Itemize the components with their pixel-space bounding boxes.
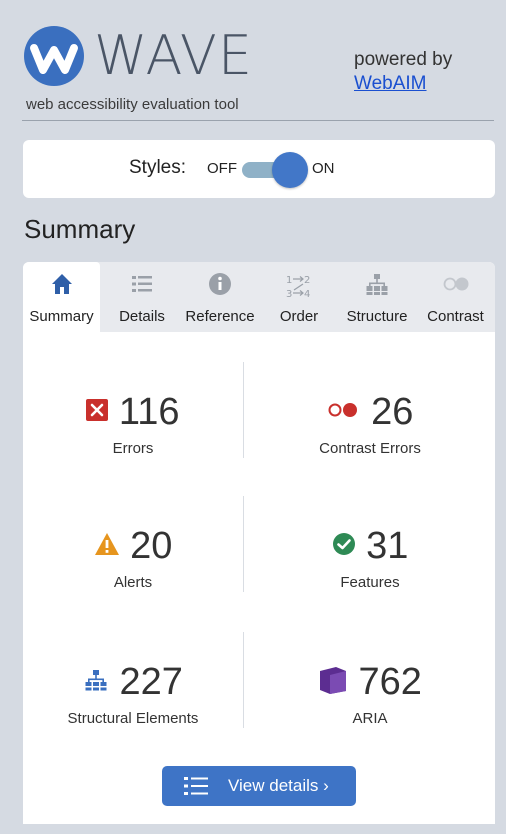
home-icon (23, 272, 100, 298)
view-details-label: View details › (228, 776, 329, 795)
tab-structure-label: Structure (346, 308, 408, 325)
contrast-error-icon (327, 401, 361, 424)
feature-icon (332, 532, 356, 561)
svg-text:2: 2 (304, 275, 310, 286)
order-icon: 1 2 3 4 (260, 272, 338, 300)
styles-label: Styles: (129, 157, 187, 178)
header-divider (22, 120, 494, 121)
aria-count: 762 (358, 661, 422, 703)
stat-errors[interactable]: 116 Errors (23, 390, 243, 457)
list-icon (184, 776, 208, 801)
tab-summary[interactable]: Summary (23, 262, 100, 332)
tab-contrast-label: Contrast (427, 308, 484, 325)
structure-icon (338, 272, 416, 298)
list-icon (104, 272, 180, 298)
tab-reference-label: Reference (185, 308, 255, 325)
grid-divider (243, 632, 244, 728)
features-count: 31 (366, 525, 409, 567)
stat-contrast-errors[interactable]: 26 Contrast Errors (245, 390, 495, 457)
tab-structure[interactable]: Structure (338, 262, 416, 332)
features-label: Features (340, 574, 400, 591)
errors-count: 116 (118, 391, 180, 433)
tab-contrast[interactable]: Contrast (416, 262, 495, 332)
svg-text:3: 3 (286, 289, 292, 300)
tab-details[interactable]: Details (104, 262, 180, 332)
grid-divider (243, 362, 244, 458)
contrast-icon (416, 272, 495, 298)
stat-structural-elements[interactable]: 227 Structural Elements (23, 660, 243, 727)
tab-reference[interactable]: Reference (180, 262, 260, 332)
summary-panel: Summary Details Reference 1 2 3 4 Order … (23, 262, 495, 824)
tab-bar: Summary Details Reference 1 2 3 4 Order … (23, 262, 495, 332)
svg-text:4: 4 (304, 289, 310, 300)
aria-label: ARIA (352, 710, 388, 727)
errors-label: Errors (112, 440, 154, 457)
webaim-link[interactable]: WebAIM (354, 73, 427, 94)
error-icon (86, 398, 109, 426)
styles-off-label: OFF (207, 160, 237, 177)
svg-text:1: 1 (286, 275, 292, 286)
grid-divider (243, 496, 244, 592)
stat-features[interactable]: 31 Features (245, 524, 495, 591)
styles-on-label: ON (312, 160, 335, 177)
stat-aria[interactable]: 762 ARIA (245, 660, 495, 727)
tab-summary-label: Summary (29, 308, 94, 325)
alerts-count: 20 (130, 525, 173, 567)
info-icon (180, 272, 260, 298)
contrast-errors-count: 26 (371, 391, 414, 433)
page-title: Summary (24, 214, 136, 244)
contrast-errors-label: Contrast Errors (319, 440, 421, 457)
structural-elements-label: Structural Elements (67, 710, 199, 727)
tab-order[interactable]: 1 2 3 4 Order (260, 262, 338, 332)
structure-icon (83, 668, 109, 697)
header: WAVE web accessibility evaluation tool p… (22, 12, 494, 120)
alerts-label: Alerts (113, 574, 153, 591)
styles-toggle-knob[interactable] (272, 152, 308, 188)
wave-logo-icon (24, 26, 84, 86)
styles-toggle-box: Styles: OFF ON (23, 140, 495, 198)
tab-order-label: Order (279, 308, 319, 325)
powered-by-label: powered by (354, 49, 453, 70)
aria-icon (318, 665, 348, 700)
tab-details-label: Details (119, 308, 165, 325)
structural-elements-count: 227 (119, 661, 183, 703)
logo-tagline: web accessibility evaluation tool (26, 96, 239, 113)
logo-title: WAVE (94, 24, 253, 87)
powered-by: powered by WebAIM (354, 48, 452, 96)
alert-icon (94, 532, 120, 561)
stat-alerts[interactable]: 20 Alerts (23, 524, 243, 591)
view-details-button[interactable]: View details › (162, 766, 356, 806)
